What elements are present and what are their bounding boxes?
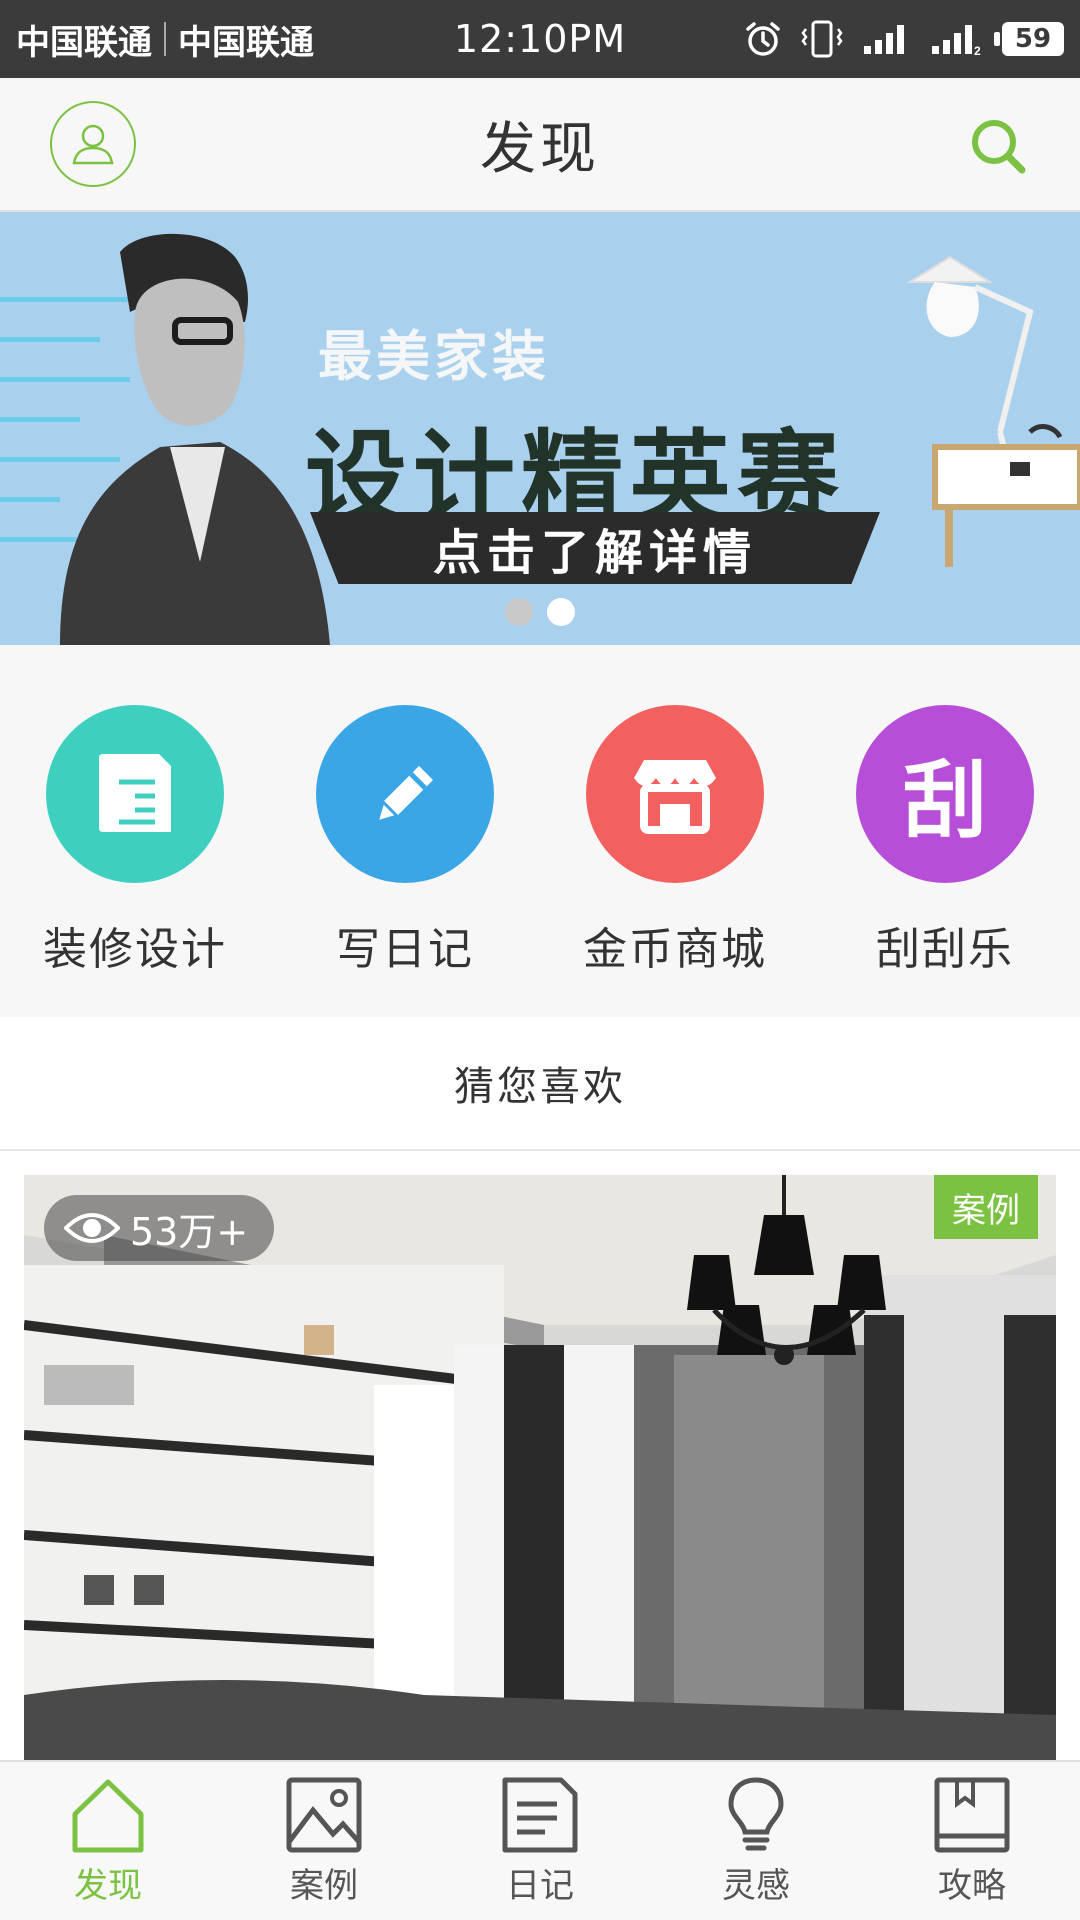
tab-label: 攻略 — [938, 1866, 1006, 1906]
quick-action-scratch[interactable]: 刮 刮刮乐 — [810, 645, 1080, 1017]
search-button[interactable] — [960, 108, 1036, 184]
vibrate-icon — [800, 19, 844, 59]
tab-diary[interactable]: 日记 — [432, 1762, 648, 1920]
carriers: 中国联通 中国联通 — [16, 15, 314, 64]
signal-2-icon: 2 — [930, 22, 984, 56]
note-icon — [502, 1777, 578, 1853]
recommend-card[interactable]: 53万+ 案例 — [24, 1175, 1056, 1760]
user-icon — [72, 124, 114, 165]
status-icons: 2 59 — [744, 19, 1064, 59]
tab-label: 案例 — [290, 1866, 358, 1906]
banner-pagination — [0, 598, 1080, 626]
quick-action-label: 装修设计 — [43, 924, 227, 975]
page-title: 发现 — [480, 116, 600, 182]
banner-cta[interactable]: 点击了解详情 — [310, 512, 880, 584]
avatar-button[interactable] — [50, 101, 136, 187]
quick-action-label: 金币商城 — [583, 924, 767, 975]
tab-label: 灵感 — [722, 1866, 790, 1906]
lamp-image — [906, 255, 1080, 567]
alarm-icon — [744, 20, 782, 58]
sim-2-label: 2 — [974, 44, 981, 56]
tab-cases[interactable]: 案例 — [216, 1762, 432, 1920]
tab-inspiration[interactable]: 灵感 — [648, 1762, 864, 1920]
quick-action-label: 写日记 — [336, 924, 474, 975]
case-tag: 案例 — [934, 1175, 1038, 1239]
image-icon — [286, 1777, 362, 1853]
tab-label: 日记 — [506, 1866, 574, 1906]
view-count-badge: 53万+ — [44, 1195, 275, 1261]
banner-subtitle: 最美家装 — [318, 325, 550, 388]
home-icon — [72, 1779, 144, 1853]
view-count: 53万+ — [130, 1209, 249, 1254]
banner-cta-label: 点击了解详情 — [432, 525, 757, 581]
banner-dot-2[interactable] — [547, 598, 575, 626]
battery-level: 59 — [1014, 24, 1052, 54]
quick-action-coin-mall[interactable]: 金币商城 — [540, 645, 810, 1017]
carrier-divider — [164, 22, 166, 56]
search-icon — [972, 120, 1026, 174]
battery-icon: 59 — [994, 22, 1064, 56]
quick-action-write-diary[interactable]: 写日记 — [270, 645, 540, 1017]
banner-dot-1[interactable] — [505, 598, 533, 626]
room-photo — [24, 1175, 1056, 1760]
book-icon — [934, 1777, 1010, 1853]
carrier-2: 中国联通 — [178, 22, 314, 63]
promo-banner[interactable]: 最美家装 设计精英赛 点击了解详情 — [0, 212, 1080, 645]
quick-action-decoration-design[interactable]: 装修设计 — [0, 645, 270, 1017]
tab-label: 发现 — [74, 1866, 142, 1906]
bulb-icon — [728, 1777, 784, 1851]
section-title: 猜您喜欢 — [0, 1017, 1080, 1151]
scratch-icon: 刮 — [856, 705, 1034, 883]
carrier-1: 中国联通 — [16, 22, 152, 63]
eye-icon — [64, 1213, 120, 1243]
signal-1-icon — [862, 22, 912, 56]
document-icon — [46, 705, 224, 883]
bottom-tab-bar: 发现 案例 日记 灵感 攻略 — [0, 1760, 1080, 1920]
tab-guide[interactable]: 攻略 — [864, 1762, 1080, 1920]
status-bar: 中国联通 中国联通 12:10PM 2 59 — [0, 0, 1080, 78]
quick-action-label: 刮刮乐 — [876, 924, 1014, 975]
store-icon — [586, 705, 764, 883]
pencil-icon — [316, 705, 494, 883]
scratch-glyph: 刮 — [902, 751, 987, 850]
top-header: 发现 — [0, 78, 1080, 212]
tab-discover[interactable]: 发现 — [0, 1762, 216, 1920]
quick-actions: 装修设计 写日记 金币商城 刮 刮刮乐 — [0, 645, 1080, 1017]
